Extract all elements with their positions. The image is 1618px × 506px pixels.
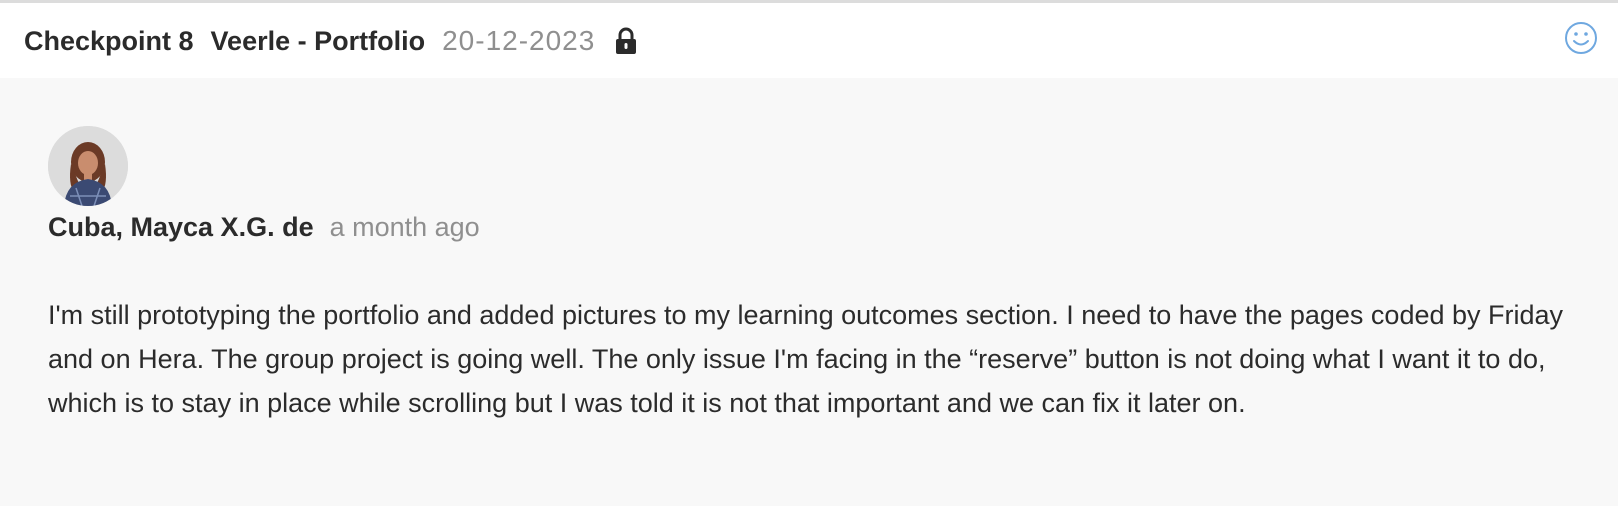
header-title: Checkpoint 8 Veerle - Portfolio 20-12-20… [24,25,637,57]
comment-body: I'm still prototyping the portfolio and … [48,300,1564,418]
comment-meta: Cuba, Mayca X.G. de a month ago [48,212,1588,243]
checkpoint-date: 20-12-2023 [442,25,596,56]
author-name: Cuba, Mayca X.G. de [48,212,314,242]
avatar [48,126,128,206]
lock-icon [615,27,637,55]
smiley-icon[interactable] [1564,21,1598,55]
checkpoint-label: Checkpoint 8 [24,25,194,56]
project-name: Veerle - Portfolio [210,25,426,56]
checkpoint-header: Checkpoint 8 Veerle - Portfolio 20-12-20… [0,3,1618,78]
comment-timestamp: a month ago [329,212,480,242]
comment: Cuba, Mayca X.G. de a month ago I'm stil… [48,126,1588,425]
